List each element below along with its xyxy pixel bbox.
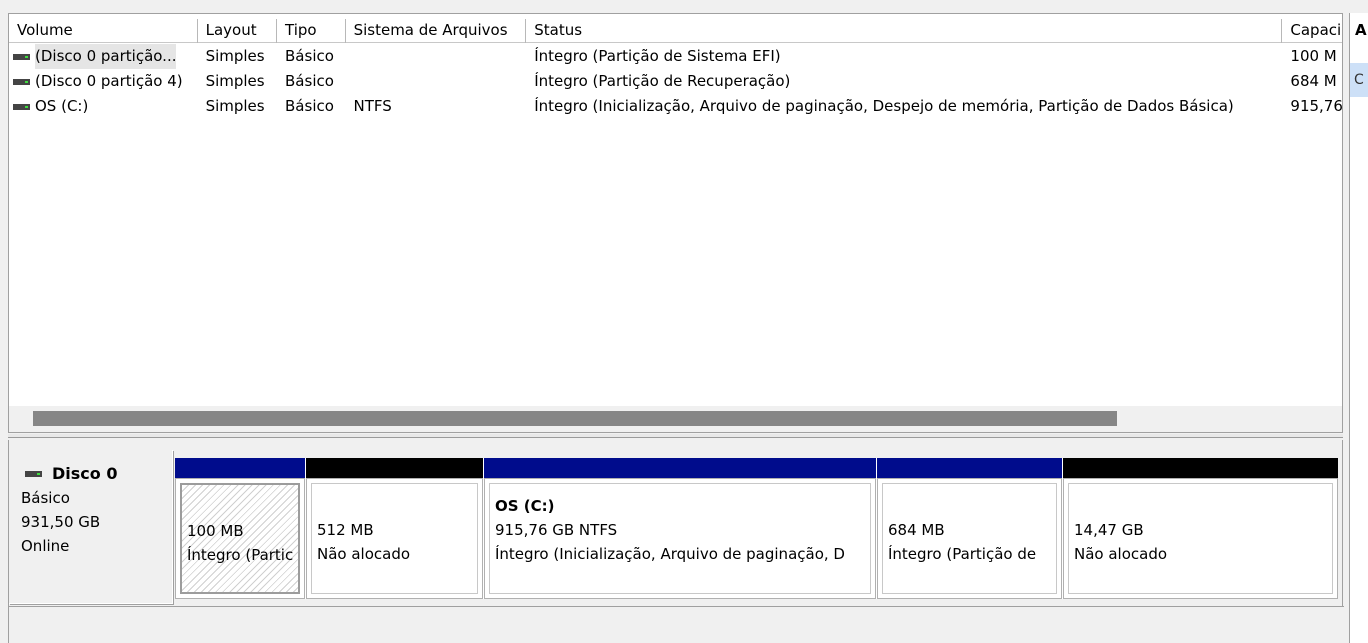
column-header-status[interactable]: Status [526, 19, 1283, 43]
partition-body: 684 MB Íntegro (Partição de [877, 478, 1062, 599]
tipo-cell: Básico [285, 47, 334, 65]
partition-size: 915,76 GB NTFS [495, 521, 618, 539]
partition-name [888, 494, 1056, 518]
partition-name: OS (C:) [495, 497, 555, 515]
actions-pane-title: A [1355, 21, 1367, 39]
partition-status: Não alocado [1074, 545, 1168, 563]
volume-list-pane: Volume Layout Tipo Sistema de Arquivos S… [8, 13, 1343, 433]
partition-body: 100 MB Íntegro (Partic [175, 478, 305, 599]
partition-unallocated-2[interactable]: 14,47 GB Não alocado [1063, 458, 1338, 599]
drive-icon [13, 78, 30, 85]
volume-row[interactable]: (Disco 0 partição 4) Simples Básico Ínte… [9, 69, 1342, 94]
partition-content: OS (C:) 915,76 GB NTFS Íntegro (Iniciali… [489, 483, 871, 594]
partition-size: 100 MB [187, 522, 244, 540]
volume-row[interactable]: OS (C:) Simples Básico NTFS Íntegro (Ini… [9, 94, 1342, 119]
partition-bar [484, 458, 876, 478]
layout-cell: Simples [205, 47, 265, 65]
file-system-cell [346, 69, 527, 94]
capacity-cell: 100 M [1290, 47, 1337, 65]
partition-body: OS (C:) 915,76 GB NTFS Íntegro (Iniciali… [484, 478, 876, 599]
layout-cell: Simples [205, 97, 265, 115]
column-header-file-system[interactable]: Sistema de Arquivos [346, 19, 527, 43]
status-cell: Íntegro (Inicialização, Arquivo de pagin… [534, 97, 1234, 115]
disk-name-row: Disco 0 [21, 462, 172, 486]
disk-info-box[interactable]: Disco 0 Básico 931,50 GB Online [9, 450, 173, 604]
horizontal-scrollbar[interactable] [9, 406, 1342, 432]
scrollbar-thumb[interactable] [33, 411, 1117, 426]
actions-pane-item[interactable]: C [1350, 63, 1368, 97]
capacity-cell: 684 M [1290, 72, 1337, 90]
disk-name: Disco 0 [52, 464, 118, 483]
partition-content: 14,47 GB Não alocado [1068, 483, 1333, 594]
partition-name [187, 495, 298, 519]
status-cell: Íntegro (Partição de Recuperação) [534, 72, 791, 90]
volume-name: (Disco 0 partição 4) [35, 72, 183, 90]
partition-bar [175, 458, 305, 478]
partition-bar [1063, 458, 1338, 478]
volume-cell: (Disco 0 partição 4) [9, 69, 198, 94]
disk-state: Online [21, 537, 70, 555]
volume-list-rows: (Disco 0 partição... Simples Básico Ínte… [9, 44, 1342, 119]
column-header-layout[interactable]: Layout [198, 19, 278, 43]
partition-size: 14,47 GB [1074, 521, 1144, 539]
partition-content: 512 MB Não alocado [311, 483, 478, 594]
partition-status: Íntegro (Inicialização, Arquivo de pagin… [495, 545, 845, 563]
file-system-cell [346, 44, 527, 69]
partition-efi[interactable]: 100 MB Íntegro (Partic [175, 458, 305, 599]
volume-cell: OS (C:) [9, 94, 198, 119]
disk-drive-icon [25, 471, 42, 477]
partition-bar [306, 458, 483, 478]
volume-name: (Disco 0 partição... [35, 44, 177, 69]
partition-bar [877, 458, 1062, 478]
disk-graphical-pane: Disco 0 Básico 931,50 GB Online 100 MB Í… [8, 440, 1344, 643]
partition-size: 684 MB [888, 521, 945, 539]
partition-status: Não alocado [317, 545, 411, 563]
volume-row[interactable]: (Disco 0 partição... Simples Básico Ínte… [9, 44, 1342, 69]
partition-content: 684 MB Íntegro (Partição de [882, 483, 1057, 594]
column-header-volume[interactable]: Volume [9, 19, 198, 43]
disk-type: Básico [21, 489, 70, 507]
partition-status: Íntegro (Partic [187, 546, 294, 564]
actions-pane: A C [1349, 13, 1368, 643]
pane-splitter[interactable] [8, 434, 1343, 438]
drive-icon [13, 53, 30, 60]
partition-name [317, 494, 477, 518]
partition-name [1074, 494, 1332, 518]
volume-list-header: Volume Layout Tipo Sistema de Arquivos S… [9, 19, 1342, 43]
drive-icon [13, 103, 30, 110]
disk-pane-footer [9, 606, 1344, 643]
partition-os-c[interactable]: OS (C:) 915,76 GB NTFS Íntegro (Iniciali… [484, 458, 876, 599]
tipo-cell: Básico [285, 72, 334, 90]
partition-unallocated-1[interactable]: 512 MB Não alocado [306, 458, 483, 599]
file-system-cell: NTFS [353, 97, 392, 115]
capacity-cell: 915,76 [1290, 97, 1342, 115]
partition-status: Íntegro (Partição de [888, 545, 1037, 563]
volume-cell: (Disco 0 partição... [9, 44, 198, 69]
disk-size: 931,50 GB [21, 513, 101, 531]
column-header-capacity[interactable]: Capaci [1282, 19, 1342, 43]
status-cell: Íntegro (Partição de Sistema EFI) [534, 47, 781, 65]
partition-size: 512 MB [317, 521, 374, 539]
volume-name: OS (C:) [35, 97, 89, 115]
column-header-tipo[interactable]: Tipo [277, 19, 346, 43]
partition-map: 100 MB Íntegro (Partic 512 MB Não alocad… [175, 458, 1338, 599]
layout-cell: Simples [205, 72, 265, 90]
partition-recovery[interactable]: 684 MB Íntegro (Partição de [877, 458, 1062, 599]
partition-body: 14,47 GB Não alocado [1063, 478, 1338, 599]
partition-body: 512 MB Não alocado [306, 478, 483, 599]
tipo-cell: Básico [285, 97, 334, 115]
partition-content: 100 MB Íntegro (Partic [180, 483, 300, 594]
